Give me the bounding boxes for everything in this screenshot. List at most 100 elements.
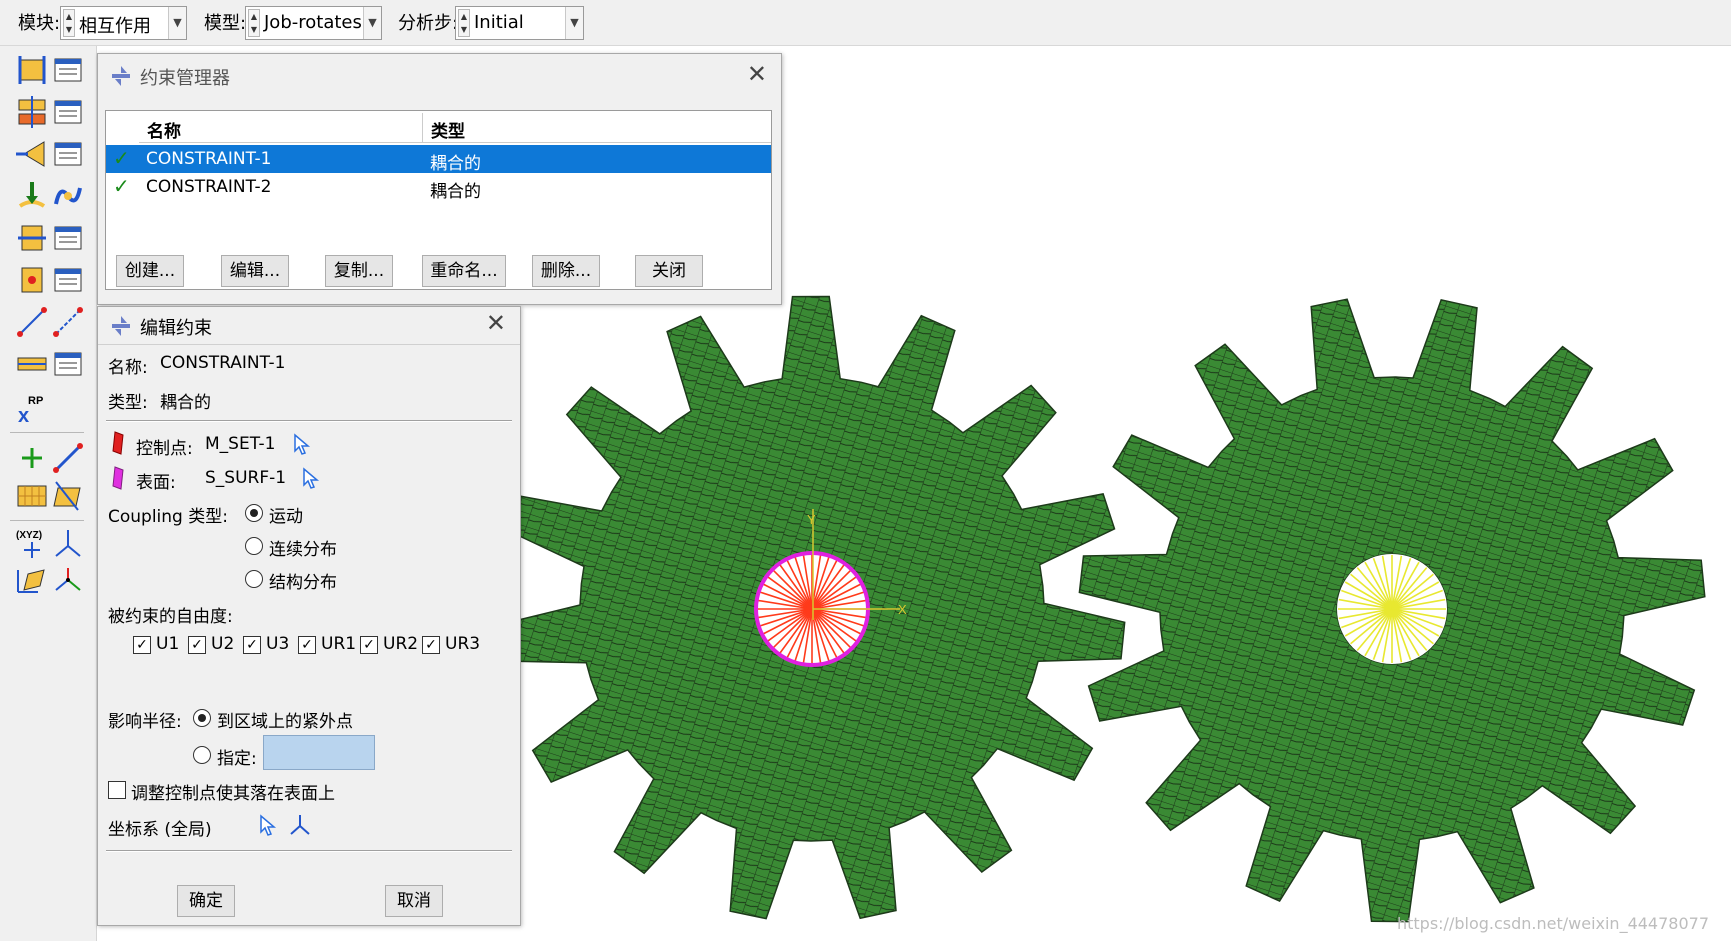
table-row[interactable]: ✓ CONSTRAINT-1 耦合的 — [106, 145, 771, 174]
influence-radius-label: 影响半径: — [108, 712, 182, 732]
dof-ur3-checkbox[interactable]: ✓ — [422, 636, 440, 654]
type-value: 耦合的 — [160, 393, 211, 413]
dof-u3-label: U3 — [266, 634, 290, 654]
influence-radius-field[interactable] — [263, 735, 375, 770]
partition-icon[interactable] — [50, 478, 86, 514]
coupling-continuum-radio[interactable] — [245, 537, 263, 555]
mesh-grid-icon[interactable] — [14, 478, 50, 514]
step-label: 分析步: — [398, 13, 459, 34]
ok-button[interactable]: 确定 — [177, 885, 235, 917]
surface-marker-icon — [112, 466, 124, 490]
svg-text:RP: RP — [28, 395, 43, 407]
right-coupling — [1337, 554, 1447, 664]
model-combo[interactable]: ▲ ▼ Job-rotates ▼ — [245, 6, 382, 40]
reference-point-icon[interactable]: RPx — [14, 390, 50, 426]
create-interaction-icon[interactable] — [14, 94, 50, 130]
create-datum-icon[interactable] — [50, 304, 86, 340]
dof-ur3-label: UR3 — [445, 634, 481, 654]
module-combo[interactable]: ▲ ▼ 相互作用 ▼ — [60, 6, 187, 40]
dof-u1-checkbox[interactable]: ✓ — [133, 636, 151, 654]
cancel-button[interactable]: 取消 — [385, 885, 443, 917]
amplitude-icon[interactable] — [50, 178, 86, 214]
edit-button[interactable]: 编辑... — [221, 255, 289, 287]
copy-button[interactable]: 复制... — [325, 255, 393, 287]
chevron-down-icon[interactable]: ▼ — [168, 7, 186, 39]
connector-manager-icon[interactable] — [50, 136, 86, 172]
dof-u2-label: U2 — [211, 634, 235, 654]
adjust-control-point-checkbox[interactable] — [108, 781, 126, 799]
field-manager-icon[interactable] — [50, 262, 86, 298]
triad-icon[interactable] — [50, 562, 86, 598]
close-button[interactable]: 关闭 — [635, 255, 703, 287]
axis-x-label: X — [898, 602, 907, 617]
context-bar: 模块: ▲ ▼ 相互作用 ▼ 模型: ▲ ▼ Job-rotates ▼ 分析步: … — [0, 0, 1731, 46]
coupling-kinematic-radio[interactable] — [245, 504, 263, 522]
edit-constraint-titlebar[interactable]: 编辑约束 ✕ — [98, 307, 520, 345]
create-wire-icon[interactable] — [14, 304, 50, 340]
name-label: 名称: — [108, 358, 148, 378]
close-icon[interactable]: ✕ — [747, 60, 767, 88]
dof-u3-checkbox[interactable]: ✓ — [243, 636, 261, 654]
coupling-spoke — [811, 608, 857, 642]
column-header-name[interactable]: 名称 — [139, 113, 423, 143]
influence-specify-label: 指定: — [217, 749, 257, 769]
table-row[interactable]: ✓ CONSTRAINT-2 耦合的 — [106, 173, 771, 202]
influence-outer-radio[interactable] — [193, 709, 211, 727]
delete-button[interactable]: 删除... — [532, 255, 600, 287]
dof-u2-checkbox[interactable]: ✓ — [188, 636, 206, 654]
coordinate-point-icon[interactable]: (XYZ) — [14, 526, 50, 562]
type-label: 类型: — [108, 393, 148, 413]
create-button[interactable]: 创建... — [116, 255, 184, 287]
influence-specify-radio[interactable] — [193, 746, 211, 764]
create-constraint-icon[interactable] — [14, 52, 50, 88]
dof-ur2-checkbox[interactable]: ✓ — [360, 636, 378, 654]
create-connector-icon[interactable] — [14, 136, 50, 172]
rename-button[interactable]: 重命名... — [422, 255, 506, 287]
constraint-manager-titlebar[interactable]: 约束管理器 ✕ — [98, 54, 781, 98]
divider — [106, 420, 512, 422]
column-header-type[interactable]: 类型 — [423, 113, 771, 143]
rigid-manager-icon[interactable] — [50, 346, 86, 382]
adjust-control-point-label: 调整控制点使其落在表面上 — [131, 784, 335, 804]
csys-icon[interactable] — [288, 813, 312, 837]
axis-y-label: Y — [807, 512, 816, 527]
edit-constraint-dialog: 编辑约束 ✕ 名称: CONSTRAINT-1 类型: 耦合的 控制点: M_S… — [97, 306, 521, 926]
surface-value: S_SURF-1 — [205, 468, 287, 488]
module-value: 相互作用 — [79, 16, 151, 37]
abaqus-dialog-icon — [112, 66, 130, 86]
csys-icon[interactable] — [50, 526, 86, 562]
datum-axis-icon[interactable] — [50, 440, 86, 476]
select-cursor-icon[interactable] — [301, 467, 321, 491]
coupling-structural-radio[interactable] — [245, 570, 263, 588]
transform-icon[interactable] — [14, 562, 50, 598]
name-value: CONSTRAINT-1 — [160, 353, 286, 373]
divider — [106, 850, 512, 852]
coupling-spoke — [811, 564, 845, 610]
control-point-value: M_SET-1 — [205, 434, 276, 454]
constraint-manager-icon[interactable] — [50, 52, 86, 88]
dof-ur2-label: UR2 — [383, 634, 419, 654]
chevron-down-icon[interactable]: ▼ — [565, 7, 583, 39]
create-field-icon[interactable] — [14, 262, 50, 298]
close-icon[interactable]: ✕ — [486, 309, 506, 337]
create-rigid-icon[interactable] — [14, 346, 50, 382]
dof-ur1-label: UR1 — [321, 634, 357, 654]
interaction-manager-icon[interactable] — [50, 94, 86, 130]
row-type: 耦合的 — [430, 182, 481, 202]
chevron-down-icon[interactable]: ▼ — [363, 7, 381, 39]
coupling-option-label: 结构分布 — [269, 573, 337, 593]
module-spin[interactable]: ▲ ▼ — [63, 9, 75, 37]
datum-point-icon[interactable] — [14, 440, 50, 476]
dof-ur1-checkbox[interactable]: ✓ — [298, 636, 316, 654]
create-load-icon[interactable] — [14, 178, 50, 214]
step-combo[interactable]: ▲ ▼ Initial ▼ — [455, 6, 584, 40]
step-spin[interactable]: ▲ ▼ — [458, 9, 470, 37]
dialog-title: 约束管理器 — [140, 68, 230, 89]
select-cursor-icon[interactable] — [258, 814, 278, 838]
section-manager-icon[interactable] — [50, 220, 86, 256]
create-section-icon[interactable] — [14, 220, 50, 256]
select-cursor-icon[interactable] — [292, 433, 312, 457]
svg-text:(XYZ): (XYZ) — [16, 530, 42, 541]
model-spin[interactable]: ▲ ▼ — [248, 9, 260, 37]
coupling-option-label: 运动 — [269, 507, 303, 527]
